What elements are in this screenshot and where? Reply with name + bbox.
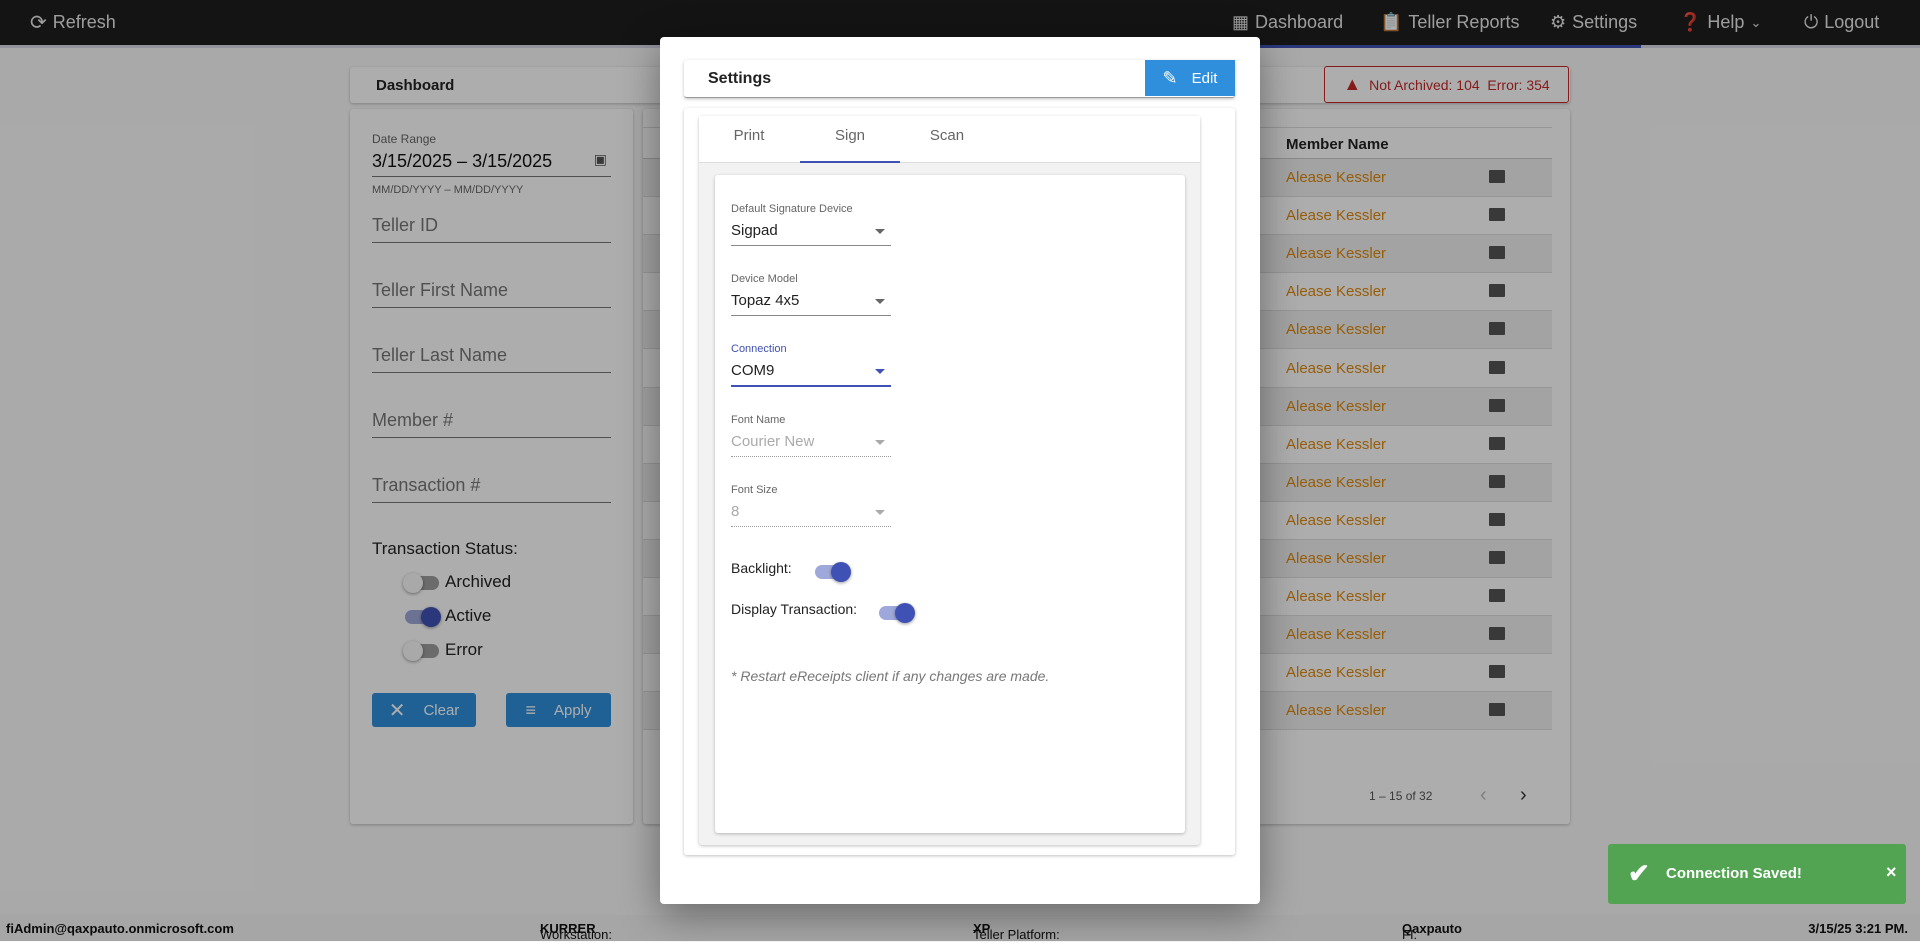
display-transaction-label: Display Transaction: [731,601,858,617]
tab-card: Print Sign Scan Default Signature Device… [699,116,1200,845]
device-model-select[interactable]: Device Model Topaz 4x5 [731,273,891,316]
toast-message: Connection Saved! [1666,865,1802,882]
settings-content: Print Sign Scan Default Signature Device… [684,108,1235,855]
settings-header: Settings ✎ Edit [684,60,1235,98]
close-icon[interactable]: × [1886,862,1897,883]
restart-note: * Restart eReceipts client if any change… [731,668,1050,684]
tab-scan[interactable]: Scan [897,116,997,163]
display-transaction-toggle[interactable] [879,603,915,623]
connection-select[interactable]: Connection COM9 [731,343,891,387]
tab-sign[interactable]: Sign [800,116,900,163]
backlight-toggle[interactable] [815,562,851,582]
default-signature-device-select[interactable]: Default Signature Device Sigpad [731,203,891,246]
backlight-label: Backlight: [731,560,792,576]
font-name-select[interactable]: Font Name Courier New [731,414,891,457]
sign-settings-panel: Default Signature Device Sigpad Device Mo… [715,175,1185,833]
check-icon: ✔ [1628,858,1650,888]
toast-notification: ✔ Connection Saved! × [1608,844,1906,904]
modal-title: Settings [708,70,772,87]
settings-modal: Settings ✎ Edit Print Sign Scan Default S… [660,37,1260,904]
edit-button[interactable]: ✎ Edit [1145,60,1235,96]
pencil-icon: ✎ [1162,67,1178,88]
tab-print[interactable]: Print [699,116,799,163]
font-size-select[interactable]: Font Size 8 [731,484,891,527]
